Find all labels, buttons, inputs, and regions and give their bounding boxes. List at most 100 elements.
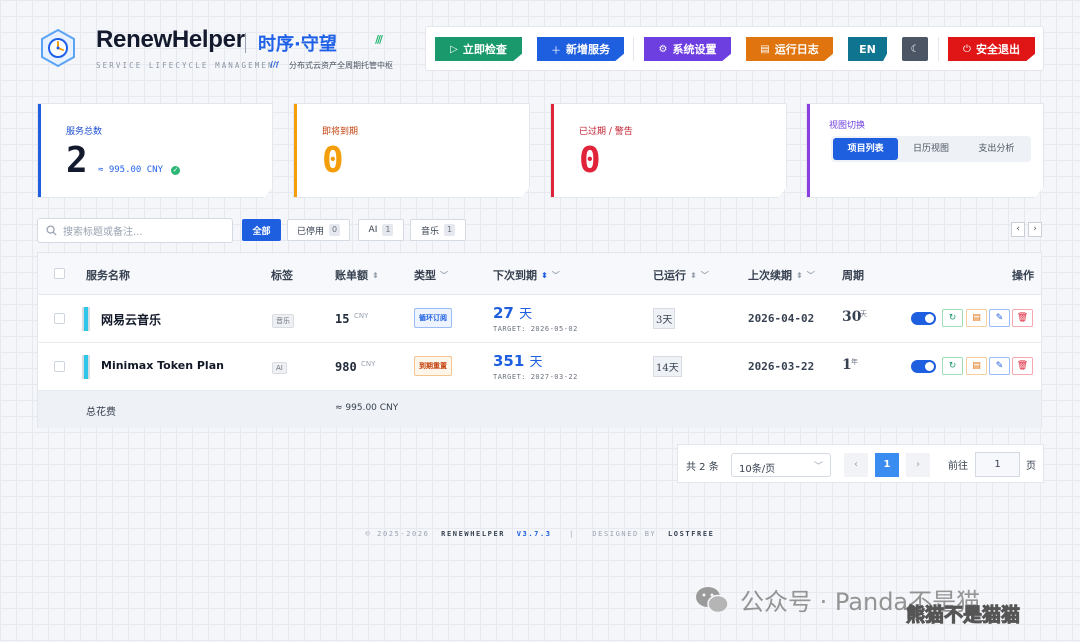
tab-calendar-view[interactable]: 日历视图: [898, 138, 963, 160]
history-icon[interactable]: ▤: [966, 309, 987, 327]
prev-page-button[interactable]: ‹: [844, 453, 868, 477]
delete-icon[interactable]: 🗑: [1012, 357, 1033, 375]
services-table: 服务名称 标签 账单额 ⬍ 类型 ﹀ 下次到期 ⬍ ﹀ 已运行 ⬍ ﹀ 上次续期 ⬍ ﹀ 周期 …: [37, 252, 1042, 428]
col-ran[interactable]: 已运行 ⬍ ﹀: [653, 267, 709, 283]
days-remaining: 27 天: [493, 304, 533, 322]
service-type-badge: 到期重置: [414, 356, 452, 376]
tab-expense-analysis[interactable]: 支出分析: [964, 138, 1029, 160]
cycle-value: 30: [842, 309, 862, 325]
pagination-total: 共 2 条: [686, 462, 719, 473]
delete-icon[interactable]: 🗑: [1012, 309, 1033, 327]
stat-card-total: 服务总数 2 ≈ 995.00 CNY ✓: [37, 103, 273, 198]
cycle-unit: 年: [851, 358, 858, 366]
power-icon: ⏻: [963, 43, 971, 55]
col-actions: 操作: [1012, 269, 1034, 282]
logout-button[interactable]: ⏻ 安全退出: [948, 37, 1035, 61]
app-logo-icon: [41, 28, 75, 68]
select-all-checkbox[interactable]: [54, 268, 65, 279]
col-cycle: 周期: [842, 269, 864, 282]
chevron-down-icon: ﹀: [551, 270, 560, 280]
theme-toggle-button[interactable]: ☾: [902, 37, 928, 61]
stat-expired-label: 已过期 / 警告: [579, 127, 633, 137]
watermark-overlay: 熊猫不是猫猫: [905, 604, 1021, 627]
next-page-button[interactable]: ›: [906, 453, 930, 477]
sort-icon: ⬍: [541, 270, 548, 280]
search-icon: [46, 225, 57, 236]
service-tag: 音乐: [272, 314, 294, 328]
settings-button[interactable]: ⚙ 系统设置: [644, 37, 731, 61]
col-last-renew[interactable]: 上次续期 ⬍ ﹀: [748, 267, 815, 283]
stat-total-label: 服务总数: [66, 127, 103, 137]
view-switch-card: 视图切换 项目列表 日历视图 支出分析: [806, 103, 1044, 198]
document-icon: ▤: [760, 43, 770, 55]
last-renew-date: 2026-04-02: [748, 312, 815, 325]
table-row: Minimax Token Plan AI 980 CNY 到期重置 351 天…: [38, 343, 1041, 391]
edit-icon[interactable]: ✎: [989, 357, 1010, 375]
days-remaining: 351 天: [493, 352, 543, 370]
target-date: TARGET: 2026-05-02: [493, 325, 578, 333]
filter-chip-music[interactable]: 音乐 1: [410, 219, 466, 241]
table-header: 服务名称 标签 账单额 ⬍ 类型 ﹀ 下次到期 ⬍ ﹀ 已运行 ⬍ ﹀ 上次续期 ⬍ ﹀ 周期 …: [38, 253, 1041, 295]
page-size-select[interactable]: 10条/页 ﹀: [731, 453, 831, 477]
goto-page-input[interactable]: 1: [975, 452, 1020, 477]
search-input[interactable]: 搜索标题或备注...: [37, 218, 233, 243]
stat-total-value: 2: [66, 140, 88, 181]
sort-icon: ⬍: [690, 270, 697, 280]
toolbar: ▷ 立即检查 ＋新增服务 ⚙ 系统设置 ▤ 运行日志 EN ☾ ⏻ 安全退出: [425, 26, 1044, 71]
plus-icon: ＋: [551, 45, 561, 57]
table-row: 网易云音乐 音乐 15 CNY 循环订阅 27 天 TARGET: 2026-0…: [38, 295, 1041, 343]
stat-expiring-value: 0: [322, 140, 344, 181]
stat-expired-value: 0: [579, 140, 601, 181]
brand-title: RenewHelper: [96, 26, 245, 53]
history-icon[interactable]: ▤: [966, 357, 987, 375]
renew-icon[interactable]: ↻: [942, 309, 963, 327]
filter-chip-disabled[interactable]: 已停用 0: [287, 219, 350, 241]
enable-toggle[interactable]: [911, 360, 936, 373]
search-placeholder: 搜索标题或备注...: [63, 227, 143, 238]
renew-icon[interactable]: ↻: [942, 357, 963, 375]
play-icon: ▷: [450, 43, 458, 55]
last-renew-date: 2026-03-22: [748, 360, 815, 373]
wechat-icon: [696, 586, 729, 613]
total-label: 总花费: [86, 407, 116, 418]
cycle-unit: 天: [860, 310, 867, 318]
chevron-down-icon: ﹀: [813, 462, 823, 472]
row-indicator: [82, 355, 90, 379]
col-amount[interactable]: 账单额 ⬍: [335, 267, 379, 283]
row-checkbox[interactable]: [54, 361, 65, 372]
col-name: 服务名称: [86, 269, 130, 282]
sort-icon: ⬍: [796, 270, 803, 280]
col-tag: 标签: [271, 269, 293, 282]
scroll-right-icon[interactable]: ›: [1028, 222, 1042, 237]
edit-icon[interactable]: ✎: [989, 309, 1010, 327]
col-next-due[interactable]: 下次到期 ⬍ ﹀: [493, 267, 560, 283]
scroll-left-icon[interactable]: ‹: [1011, 222, 1025, 237]
row-checkbox[interactable]: [54, 313, 65, 324]
stat-card-expiring: 即将到期 0: [293, 103, 530, 198]
logs-button[interactable]: ▤ 运行日志: [746, 37, 833, 61]
service-tag: AI: [272, 362, 287, 374]
running-days: 3天: [653, 308, 676, 329]
page-number-current[interactable]: 1: [875, 453, 899, 477]
brand-slashes: ///: [375, 33, 383, 46]
chip-count: 1: [382, 224, 394, 236]
moon-icon: ☾: [910, 43, 920, 55]
goto-label: 前往: [948, 461, 968, 472]
service-currency: CNY: [354, 312, 369, 320]
check-circle-icon: ✓: [171, 166, 180, 175]
tab-list-view[interactable]: 项目列表: [833, 138, 899, 160]
toolbar-separator: [938, 37, 939, 61]
service-amount: 980: [335, 360, 357, 374]
stat-card-expired: 已过期 / 警告 0: [550, 103, 787, 198]
filter-chip-ai[interactable]: AI 1: [358, 219, 404, 241]
check-now-button[interactable]: ▷ 立即检查: [435, 37, 522, 61]
table-summary-row: 总花费 ≈ 995.00 CNY: [38, 391, 1041, 428]
col-type[interactable]: 类型 ﹀: [414, 267, 448, 283]
gear-icon: ⚙: [658, 43, 668, 55]
chip-count: 1: [443, 224, 456, 236]
filter-chip-all[interactable]: 全部: [242, 219, 281, 241]
enable-toggle[interactable]: [911, 312, 936, 325]
language-toggle-button[interactable]: EN: [848, 37, 887, 61]
target-date: TARGET: 2027-03-22: [493, 373, 578, 381]
add-service-button[interactable]: ＋新增服务: [537, 37, 624, 61]
